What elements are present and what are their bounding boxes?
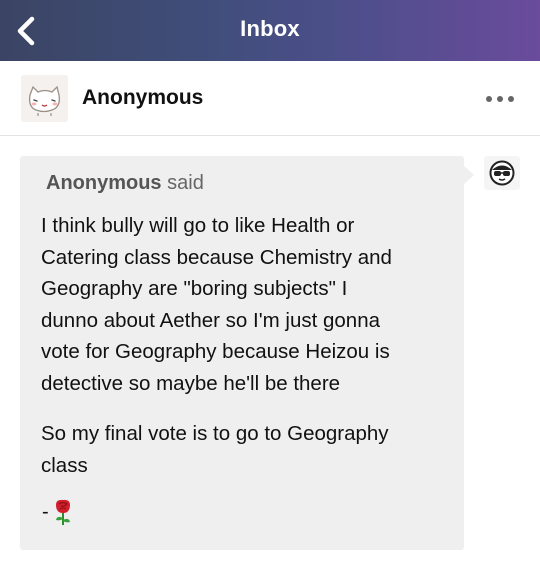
more-horizontal-icon <box>486 96 514 102</box>
page-title: Inbox <box>240 16 300 41</box>
signature-prefix: - <box>42 500 49 523</box>
ask-line: vote for Geography because Heizou is <box>41 340 390 363</box>
signature: - <box>42 498 75 526</box>
ask-bubble: Anonymous said I think bully will go to … <box>20 156 464 550</box>
ask-line: Catering class because Chemistry and <box>41 245 392 269</box>
ask-line: dunno about Aether so I'm just gonna <box>41 308 380 332</box>
more-options-button[interactable] <box>482 87 518 111</box>
asker-name: Anonymous <box>46 172 162 194</box>
answerer-avatar[interactable] <box>484 156 520 190</box>
sunglasses-avatar-icon <box>489 160 515 186</box>
ask-line: So my final vote is to go to Geography <box>41 422 389 445</box>
blog-name[interactable]: Anonymous <box>82 86 203 110</box>
rose-icon <box>55 499 70 525</box>
bubble-tail <box>464 166 474 184</box>
post-header: Anonymous <box>0 61 540 136</box>
ask-paragraph-1: I think bully will go to like Health or … <box>41 210 451 399</box>
ask-line: class <box>41 453 88 477</box>
avatar[interactable] <box>21 75 68 122</box>
asker-line: Anonymous said <box>46 172 204 195</box>
cat-avatar-icon <box>21 75 68 122</box>
ask-line: detective so maybe he'll be there <box>41 371 341 395</box>
asker-said-label: said <box>167 172 204 194</box>
ask-line: I think bully will go to like Health or <box>41 214 355 237</box>
ask-paragraph-2: So my final vote is to go to Geography c… <box>41 418 451 481</box>
top-nav-bar: Inbox <box>0 0 540 61</box>
ask-line: Geography are "boring subjects" I <box>41 277 348 300</box>
